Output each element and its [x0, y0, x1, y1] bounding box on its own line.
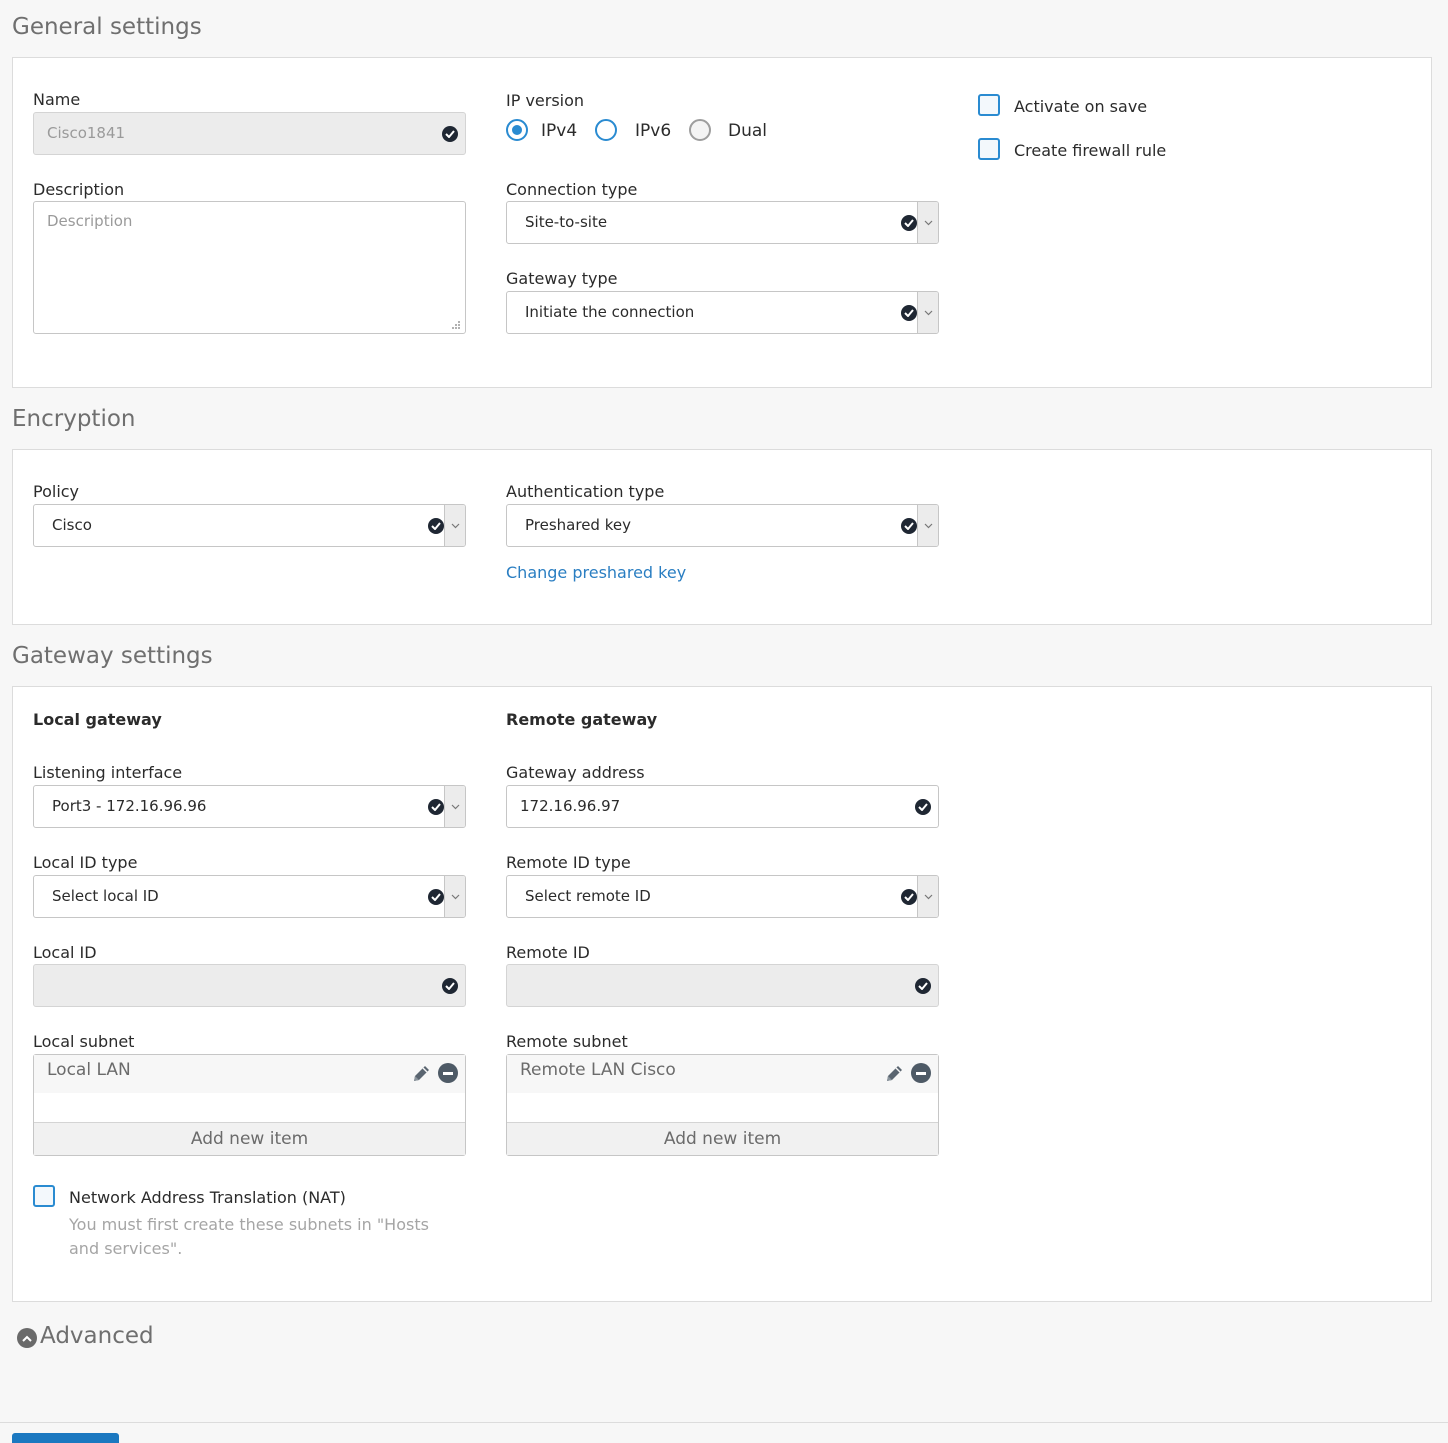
- listening-interface-select[interactable]: Port3 - 172.16.96.96: [33, 785, 466, 828]
- create-firewall-rule-checkbox[interactable]: [978, 138, 1000, 160]
- valid-check-icon: [442, 126, 458, 142]
- chevron-down-icon[interactable]: [444, 786, 465, 827]
- remote-subnet-list: Remote LAN Cisco Add new item: [506, 1054, 939, 1156]
- chevron-down-icon[interactable]: [917, 202, 938, 243]
- gateway-type-select[interactable]: Initiate the connection: [506, 291, 939, 334]
- remote-subnet-label: Remote subnet: [506, 1032, 628, 1051]
- remote-id-type-select[interactable]: Select remote ID: [506, 875, 939, 918]
- local-gateway-heading: Local gateway: [33, 710, 162, 729]
- local-id-type-label: Local ID type: [33, 853, 138, 872]
- nat-label: Network Address Translation (NAT): [69, 1188, 346, 1207]
- chevron-down-icon[interactable]: [917, 292, 938, 333]
- valid-check-icon: [915, 978, 931, 994]
- valid-check-icon: [901, 889, 917, 905]
- chevron-down-icon[interactable]: [917, 505, 938, 546]
- list-item: Local LAN: [34, 1055, 465, 1093]
- policy-value: Cisco: [52, 516, 92, 534]
- gateway-type-value: Initiate the connection: [525, 303, 695, 321]
- chevron-down-icon[interactable]: [444, 876, 465, 917]
- activate-on-save-label: Activate on save: [1014, 97, 1148, 116]
- chevron-down-icon[interactable]: [444, 505, 465, 546]
- advanced-toggle[interactable]: Advanced: [40, 1323, 154, 1349]
- pencil-icon[interactable]: [883, 1063, 905, 1085]
- section-title-encryption: Encryption: [12, 406, 136, 432]
- valid-check-icon: [901, 215, 917, 231]
- description-textarea[interactable]: [33, 201, 466, 334]
- ip-version-label: IP version: [506, 91, 585, 110]
- local-id-type-value: Select local ID: [52, 887, 159, 905]
- gateway-address-label: Gateway address: [506, 763, 645, 782]
- nat-hint: You must first create these subnets in "…: [69, 1215, 429, 1258]
- gateway-type-label: Gateway type: [506, 269, 618, 288]
- auth-type-select[interactable]: Preshared key: [506, 504, 939, 547]
- local-subnet-item-label: Local LAN: [47, 1060, 131, 1080]
- save-button[interactable]: [12, 1433, 119, 1443]
- radio-dual[interactable]: [689, 119, 711, 141]
- add-new-item-button[interactable]: Add new item: [507, 1122, 938, 1155]
- remote-id-label: Remote ID: [506, 943, 590, 962]
- chevron-down-icon[interactable]: [917, 876, 938, 917]
- auth-type-value: Preshared key: [525, 516, 631, 534]
- local-id-label: Local ID: [33, 943, 97, 962]
- radio-ipv4-label: IPv4: [541, 121, 578, 141]
- gateway-address-value: 172.16.96.97: [520, 797, 621, 815]
- remote-id-type-label: Remote ID type: [506, 853, 631, 872]
- valid-check-icon: [915, 799, 931, 815]
- policy-select[interactable]: Cisco: [33, 504, 466, 547]
- radio-ipv4[interactable]: [506, 119, 528, 141]
- name-field[interactable]: Cisco1841: [33, 112, 466, 155]
- remove-minus-icon[interactable]: [911, 1063, 931, 1083]
- valid-check-icon: [428, 889, 444, 905]
- pencil-icon[interactable]: [410, 1063, 432, 1085]
- radio-dual-label: Dual: [728, 121, 768, 141]
- add-new-item-button[interactable]: Add new item: [34, 1122, 465, 1155]
- name-value: Cisco1841: [47, 124, 126, 142]
- local-id-field[interactable]: [33, 964, 466, 1007]
- create-firewall-rule-label: Create firewall rule: [1014, 141, 1167, 160]
- remote-id-field[interactable]: [506, 964, 939, 1007]
- change-preshared-key-link[interactable]: Change preshared key: [506, 563, 686, 582]
- remote-subnet-item-label: Remote LAN Cisco: [520, 1060, 676, 1080]
- remote-gateway-heading: Remote gateway: [506, 710, 658, 729]
- auth-type-label: Authentication type: [506, 482, 665, 501]
- connection-type-value: Site-to-site: [525, 213, 608, 231]
- local-id-type-select[interactable]: Select local ID: [33, 875, 466, 918]
- remote-id-type-value: Select remote ID: [525, 887, 651, 905]
- valid-check-icon: [442, 978, 458, 994]
- remove-minus-icon[interactable]: [438, 1063, 458, 1083]
- gateway-address-input[interactable]: 172.16.96.97: [506, 785, 939, 828]
- radio-ipv6-label: IPv6: [635, 121, 672, 141]
- section-title-gateway: Gateway settings: [12, 643, 213, 669]
- listening-interface-label: Listening interface: [33, 763, 183, 782]
- nat-checkbox[interactable]: [33, 1185, 55, 1207]
- resize-grip-icon[interactable]: [451, 320, 461, 330]
- list-item: Remote LAN Cisco: [507, 1055, 938, 1093]
- policy-label: Policy: [33, 482, 80, 501]
- footer-divider: [0, 1422, 1448, 1423]
- local-subnet-list: Local LAN Add new item: [33, 1054, 466, 1156]
- listening-interface-value: Port3 - 172.16.96.96: [52, 797, 207, 815]
- section-title-general: General settings: [12, 14, 202, 40]
- description-label: Description: [33, 180, 125, 199]
- local-subnet-label: Local subnet: [33, 1032, 135, 1051]
- valid-check-icon: [428, 799, 444, 815]
- valid-check-icon: [428, 518, 444, 534]
- radio-ipv6[interactable]: [595, 119, 617, 141]
- chevron-up-circle-icon[interactable]: [17, 1328, 37, 1348]
- connection-type-select[interactable]: Site-to-site: [506, 201, 939, 244]
- name-label: Name: [33, 90, 81, 109]
- activate-on-save-checkbox[interactable]: [978, 94, 1000, 116]
- valid-check-icon: [901, 518, 917, 534]
- valid-check-icon: [901, 305, 917, 321]
- connection-type-label: Connection type: [506, 180, 638, 199]
